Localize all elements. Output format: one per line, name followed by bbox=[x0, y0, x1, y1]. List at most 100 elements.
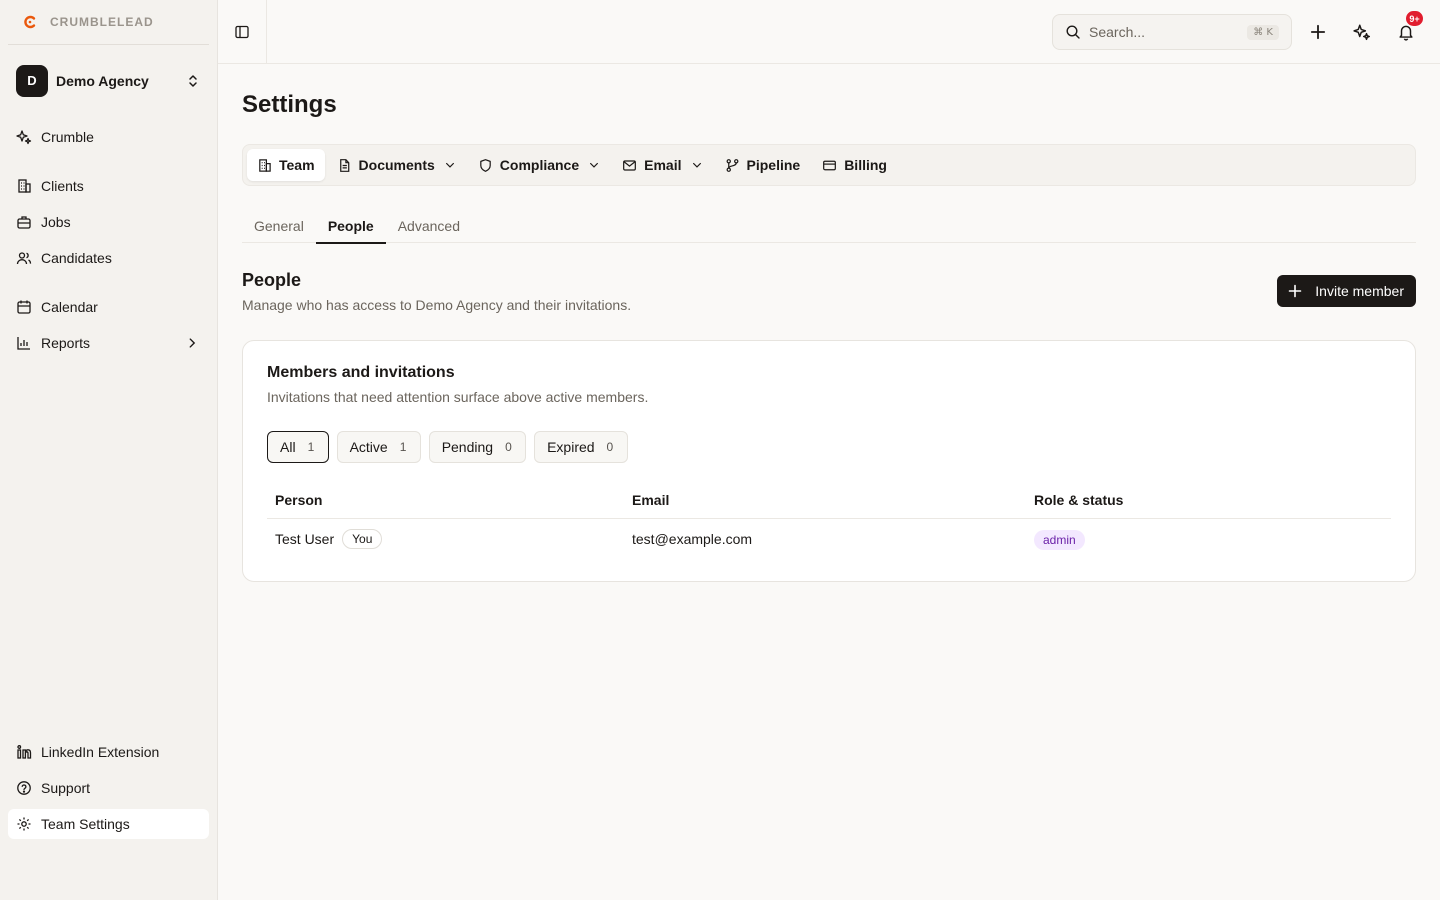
sidebar-item-clients[interactable]: Clients bbox=[8, 171, 209, 201]
card-title: Members and invitations bbox=[267, 364, 455, 381]
sidebar-item-label: Candidates bbox=[41, 250, 112, 266]
help-circle-icon bbox=[17, 781, 31, 795]
role-badge: admin bbox=[1034, 530, 1085, 550]
sidebar-item-candidates[interactable]: Candidates bbox=[8, 243, 209, 273]
card-description: Invitations that need attention surface … bbox=[267, 389, 649, 405]
notifications-button[interactable]: 9+ bbox=[1390, 11, 1423, 48]
sparkles-icon bbox=[16, 130, 32, 145]
briefcase-icon bbox=[17, 216, 31, 229]
notification-count-badge: 9+ bbox=[1406, 11, 1423, 26]
credit-card-icon bbox=[823, 160, 837, 170]
mail-icon bbox=[623, 159, 637, 171]
ai-assistant-button[interactable] bbox=[1346, 16, 1378, 48]
column-header-person: Person bbox=[275, 491, 323, 508]
file-text-icon bbox=[339, 158, 349, 172]
plus-icon bbox=[1288, 284, 1302, 298]
member-filters: All 1 Active 1 Pending 0 Expired 0 bbox=[267, 431, 628, 463]
building-icon bbox=[18, 179, 31, 193]
filter-label: Active bbox=[349, 439, 388, 455]
shield-icon bbox=[479, 158, 491, 172]
search-icon bbox=[1066, 25, 1080, 39]
chevrons-up-down-icon bbox=[189, 74, 197, 87]
chevron-down-icon bbox=[692, 162, 701, 168]
crumblelead-logo-icon bbox=[24, 15, 36, 29]
subtab-general[interactable]: General bbox=[242, 208, 316, 243]
table-row[interactable]: Test User You test@example.com admin bbox=[267, 519, 1391, 559]
section-title: People bbox=[242, 270, 302, 290]
filter-count: 1 bbox=[399, 440, 407, 454]
create-button[interactable] bbox=[1302, 16, 1334, 48]
role-cell: admin bbox=[1034, 530, 1391, 550]
sidebar-item-calendar[interactable]: Calendar bbox=[8, 292, 209, 322]
calendar-icon bbox=[17, 300, 31, 314]
gear-icon bbox=[17, 817, 31, 831]
divider bbox=[8, 44, 209, 45]
sidebar-item-label: Clients bbox=[41, 178, 84, 194]
tab-compliance[interactable]: Compliance bbox=[468, 149, 610, 181]
tab-label: Team bbox=[279, 157, 315, 173]
sidebar-item-team-settings[interactable]: Team Settings bbox=[8, 809, 209, 839]
settings-section-tabs: Team Documents Compliance Email Pipeline… bbox=[242, 144, 1416, 186]
sidebar-item-label: Crumble bbox=[41, 129, 94, 145]
page-title: Settings bbox=[242, 91, 337, 118]
members-card: Members and invitations Invitations that… bbox=[242, 340, 1416, 582]
sidebar-item-label: Reports bbox=[41, 335, 91, 351]
people-header: People Manage who has access to Demo Age… bbox=[242, 270, 631, 313]
sidebar-item-support[interactable]: Support bbox=[8, 773, 209, 803]
settings-sub-tabs: General People Advanced bbox=[242, 208, 1416, 244]
sidebar-item-reports[interactable]: Reports bbox=[8, 328, 209, 358]
filter-expired[interactable]: Expired 0 bbox=[534, 431, 628, 463]
tab-billing[interactable]: Billing bbox=[812, 149, 897, 181]
filter-label: Expired bbox=[547, 439, 595, 455]
git-branch-icon bbox=[726, 158, 738, 172]
sidebar-item-label: Support bbox=[41, 780, 91, 796]
tab-label: Billing bbox=[844, 157, 887, 173]
linkedin-icon bbox=[17, 745, 32, 759]
tab-label: Email bbox=[644, 157, 682, 173]
person-name: Test User bbox=[275, 531, 335, 547]
person-cell: Test User You bbox=[267, 529, 632, 549]
brand-name: CRUMBLELEAD bbox=[50, 15, 154, 29]
workspace-switcher[interactable]: D Demo Agency bbox=[16, 64, 201, 97]
subtab-advanced[interactable]: Advanced bbox=[386, 208, 472, 243]
main-area: Search... ⌘ K 9+ Settings Team Documents… bbox=[218, 0, 1440, 900]
sidebar-item-label: Team Settings bbox=[41, 816, 130, 832]
sidebar-item-label: Jobs bbox=[41, 214, 71, 230]
sidebar-item-label: LinkedIn Extension bbox=[41, 744, 160, 760]
filter-count: 0 bbox=[505, 440, 512, 454]
search-input[interactable]: Search... ⌘ K bbox=[1052, 14, 1292, 50]
filter-label: All bbox=[280, 439, 296, 455]
tab-documents[interactable]: Documents bbox=[327, 149, 466, 181]
building-icon bbox=[259, 158, 271, 172]
filter-pending[interactable]: Pending 0 bbox=[428, 431, 527, 463]
brand[interactable]: CRUMBLELEAD bbox=[0, 0, 217, 44]
filter-all[interactable]: All 1 bbox=[267, 431, 329, 463]
sidebar-item-jobs[interactable]: Jobs bbox=[8, 207, 209, 237]
sidebar-item-crumble[interactable]: Crumble bbox=[8, 122, 209, 152]
sidebar-item-linkedin-extension[interactable]: LinkedIn Extension bbox=[8, 737, 209, 767]
workspace-avatar: D bbox=[16, 64, 48, 97]
subtab-people[interactable]: People bbox=[315, 208, 386, 244]
topbar: Search... ⌘ K 9+ bbox=[218, 0, 1440, 64]
invite-member-button[interactable]: Invite member bbox=[1277, 275, 1416, 307]
tab-label: Documents bbox=[358, 157, 435, 173]
email-cell: test@example.com bbox=[632, 531, 753, 547]
filter-count: 0 bbox=[606, 440, 614, 454]
keyboard-shortcut: ⌘ K bbox=[1247, 24, 1279, 40]
tab-label: Pipeline bbox=[746, 157, 801, 173]
column-header-email: Email bbox=[632, 491, 670, 508]
panel-left-icon bbox=[235, 25, 249, 39]
tab-email[interactable]: Email bbox=[612, 149, 712, 181]
members-table: Person Email Role & status Test User You… bbox=[267, 481, 1391, 559]
workspace-name: Demo Agency bbox=[56, 72, 149, 89]
section-description: Manage who has access to Demo Agency and… bbox=[242, 297, 632, 313]
bar-chart-icon bbox=[17, 337, 30, 350]
search-placeholder: Search... bbox=[1089, 24, 1146, 40]
filter-label: Pending bbox=[441, 439, 494, 455]
tab-pipeline[interactable]: Pipeline bbox=[715, 149, 811, 181]
filter-active[interactable]: Active 1 bbox=[336, 431, 421, 463]
chevron-right-icon bbox=[189, 338, 196, 348]
toggle-sidebar-button[interactable] bbox=[218, 0, 267, 64]
tab-team[interactable]: Team bbox=[247, 149, 325, 181]
tab-label: Compliance bbox=[499, 157, 580, 173]
